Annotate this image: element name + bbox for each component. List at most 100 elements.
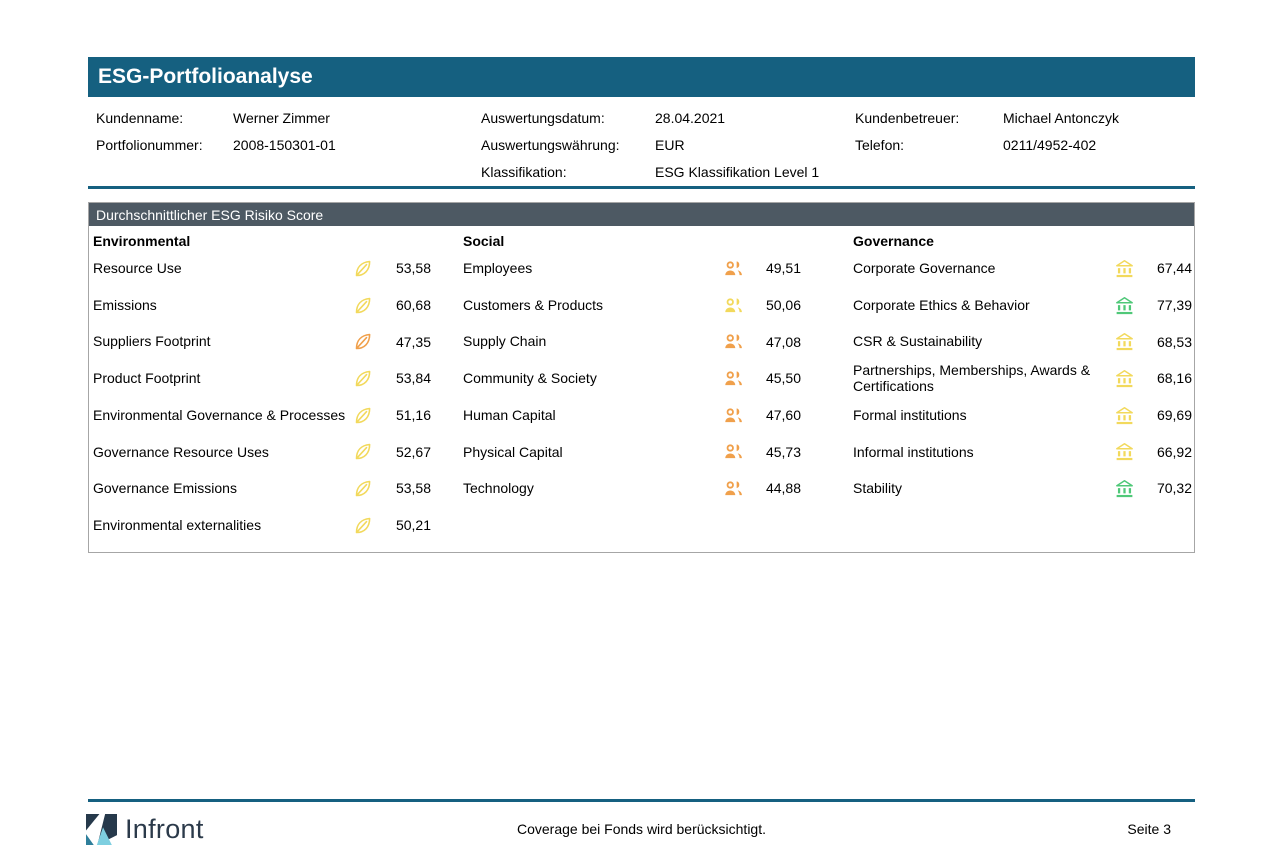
bank-icon [1114,441,1135,462]
people-icon [723,331,744,352]
klassifikation-value: ESG Klassifikation Level 1 [655,163,819,181]
environmental-column: Environmental Resource Use 53,58 Emissio… [93,232,431,544]
leaf-icon [353,515,374,536]
customer-info-block: Kundenname: Werner Zimmer Portfolionumme… [88,97,1195,186]
score-value: 77,39 [1144,297,1192,313]
score-value: 53,58 [383,480,431,496]
portfolionummer-label: Portfolionummer: [96,136,203,154]
score-label: Partnerships, Memberships, Awards & Cert… [853,362,1114,395]
score-row: Customers & Products 50,06 [463,287,801,324]
kundenbetreuer-label: Kundenbetreuer: [855,109,959,127]
environmental-column-title: Environmental [93,232,431,250]
score-value: 66,92 [1144,444,1192,460]
score-label: Stability [853,480,1114,497]
score-value: 45,73 [753,444,801,460]
auswertungsdatum-label: Auswertungsdatum: [481,109,605,127]
esg-score-table: Durchschnittlicher ESG Risiko Score Envi… [88,202,1195,553]
score-row: Supply Chain 47,08 [463,323,801,360]
score-label: Governance Emissions [93,480,353,497]
score-label: Technology [463,480,723,497]
score-value: 47,35 [383,334,431,350]
score-label: Resource Use [93,260,353,277]
telefon-label: Telefon: [855,136,904,154]
score-label: Corporate Governance [853,260,1114,277]
score-value: 45,50 [753,370,801,386]
score-row: Governance Resource Uses 52,67 [93,433,431,470]
score-value: 50,06 [753,297,801,313]
leaf-icon [353,258,374,279]
telefon-value: 0211/4952-402 [1003,136,1096,154]
leaf-icon [353,331,374,352]
score-row: Corporate Governance 67,44 [853,250,1192,287]
score-row: Product Footprint 53,84 [93,360,431,397]
score-label: CSR & Sustainability [853,333,1114,350]
score-label: Product Footprint [93,370,353,387]
score-row: Physical Capital 45,73 [463,433,801,470]
score-value: 53,84 [383,370,431,386]
score-row: Corporate Ethics & Behavior 77,39 [853,287,1192,324]
score-label: Environmental Governance & Processes [93,407,353,424]
leaf-icon [353,405,374,426]
score-label: Supply Chain [463,333,723,350]
page-title: ESG-Portfolioanalyse [98,65,313,89]
score-row: Suppliers Footprint 47,35 [93,323,431,360]
people-icon [723,295,744,316]
header-divider-rule [88,186,1195,189]
score-value: 44,88 [753,480,801,496]
bank-icon [1114,258,1135,279]
people-icon [723,368,744,389]
score-label: Formal institutions [853,407,1114,424]
score-value: 68,16 [1144,370,1192,386]
score-label: Emissions [93,297,353,314]
score-row: Employees 49,51 [463,250,801,287]
score-label: Human Capital [463,407,723,424]
bank-icon [1114,295,1135,316]
score-label: Informal institutions [853,444,1114,461]
bank-icon [1114,331,1135,352]
score-table-title: Durchschnittlicher ESG Risiko Score [96,207,323,223]
score-table-body: Environmental Resource Use 53,58 Emissio… [89,226,1194,552]
auswertungsdatum-value: 28.04.2021 [655,109,725,127]
score-label: Physical Capital [463,444,723,461]
score-value: 52,67 [383,444,431,460]
score-value: 60,68 [383,297,431,313]
score-label: Community & Society [463,370,723,387]
klassifikation-label: Klassifikation: [481,163,567,181]
leaf-icon [353,478,374,499]
score-table-header: Durchschnittlicher ESG Risiko Score [89,203,1194,226]
footer-divider-rule [88,799,1195,802]
kundenbetreuer-value: Michael Antonczyk [1003,109,1119,127]
kundenname-value: Werner Zimmer [233,109,330,127]
score-value: 50,21 [383,517,431,533]
score-value: 69,69 [1144,407,1192,423]
score-label: Governance Resource Uses [93,444,353,461]
bank-icon [1114,368,1135,389]
score-row: Partnerships, Memberships, Awards & Cert… [853,360,1192,397]
governance-column: Governance Corporate Governance 67,44 Co… [853,232,1192,507]
social-column-title: Social [463,232,801,250]
bank-icon [1114,478,1135,499]
score-row: Stability 70,32 [853,470,1192,507]
leaf-icon [353,441,374,462]
portfolionummer-value: 2008-150301-01 [233,136,336,154]
score-value: 47,08 [753,334,801,350]
score-row: Governance Emissions 53,58 [93,470,431,507]
score-value: 70,32 [1144,480,1192,496]
score-label: Environmental externalities [93,517,353,534]
score-value: 51,16 [383,407,431,423]
score-row: Formal institutions 69,69 [853,397,1192,434]
score-value: 47,60 [753,407,801,423]
people-icon [723,478,744,499]
score-row: CSR & Sustainability 68,53 [853,323,1192,360]
score-row: Informal institutions 66,92 [853,433,1192,470]
bank-icon [1114,405,1135,426]
leaf-icon [353,295,374,316]
score-row: Environmental externalities 50,21 [93,507,431,544]
score-row: Human Capital 47,60 [463,397,801,434]
report-title-bar: ESG-Portfolioanalyse [88,57,1195,97]
score-label: Customers & Products [463,297,723,314]
score-row: Emissions 60,68 [93,287,431,324]
score-value: 49,51 [753,260,801,276]
people-icon [723,405,744,426]
page-number: Seite 3 [88,821,1171,837]
